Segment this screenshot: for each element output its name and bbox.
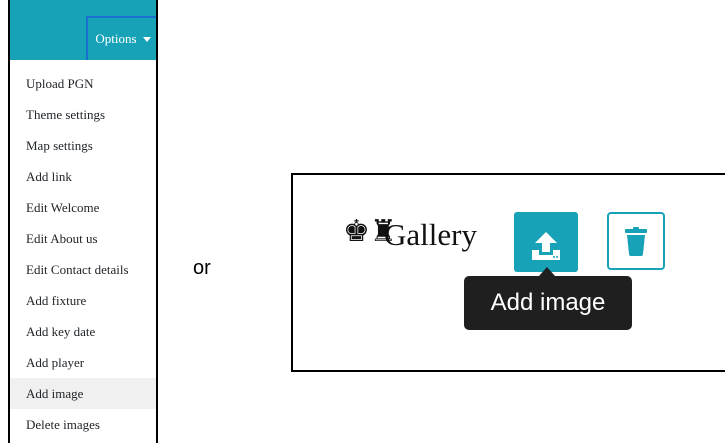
menu-item-add-fixture[interactable]: Add fixture xyxy=(10,285,156,316)
menu-item-delete-images[interactable]: Delete images xyxy=(10,409,156,440)
menu-item-theme-settings[interactable]: Theme settings xyxy=(10,99,156,130)
gallery-header: ♚♜ Gallery Add image xyxy=(291,173,725,372)
menu-item-upload-pgn[interactable]: Upload PGN xyxy=(10,68,156,99)
menu-item-add-image[interactable]: Add image xyxy=(10,378,156,409)
navbar: Options xyxy=(10,0,156,60)
options-menu: Upload PGN Theme settings Map settings A… xyxy=(10,68,156,440)
options-dropdown-button[interactable]: Options xyxy=(86,16,156,60)
menu-item-add-key-date[interactable]: Add key date xyxy=(10,316,156,347)
add-image-tooltip: Add image xyxy=(464,276,632,330)
options-button-label: Options xyxy=(95,31,137,46)
separator-text: or xyxy=(193,257,211,279)
menu-item-map-settings[interactable]: Map settings xyxy=(10,130,156,161)
menu-item-add-player[interactable]: Add player xyxy=(10,347,156,378)
delete-images-button[interactable] xyxy=(607,212,665,270)
caret-down-icon xyxy=(142,36,151,42)
gallery-title: Gallery xyxy=(384,217,477,252)
add-image-button[interactable] xyxy=(514,212,578,272)
trash-icon xyxy=(625,227,647,256)
menu-item-add-link[interactable]: Add link xyxy=(10,161,156,192)
menu-item-edit-contact-details[interactable]: Edit Contact details xyxy=(10,254,156,285)
menu-item-edit-welcome[interactable]: Edit Welcome xyxy=(10,192,156,223)
upload-icon xyxy=(532,232,560,260)
tooltip-arrow xyxy=(539,267,555,276)
menu-item-edit-about-us[interactable]: Edit About us xyxy=(10,223,156,254)
options-dropdown-panel: Options Upload PGN Theme settings Map se… xyxy=(8,0,158,443)
